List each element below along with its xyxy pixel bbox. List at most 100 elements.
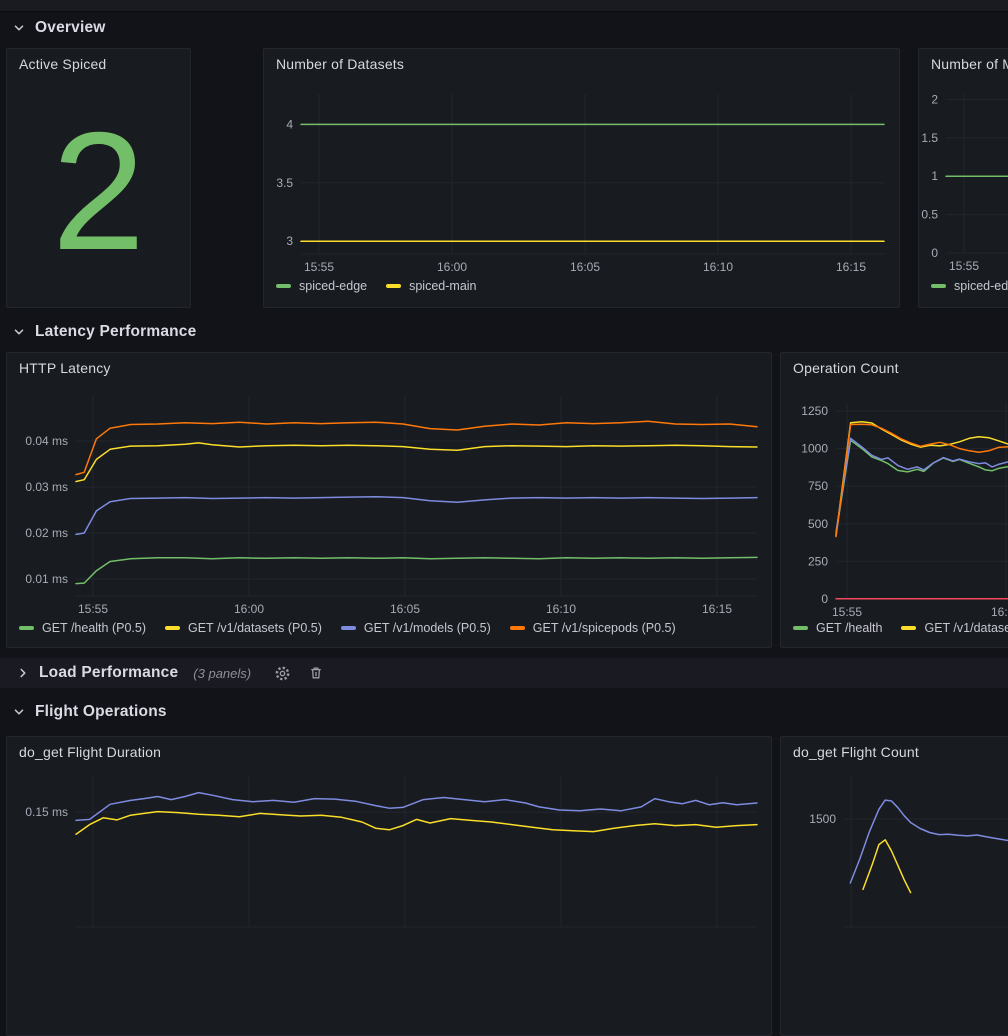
legend-swatch — [165, 626, 180, 630]
svg-text:15:55: 15:55 — [304, 260, 334, 274]
legend-item[interactable]: GET /v1/datasets — [901, 621, 1008, 635]
svg-text:0.04 ms: 0.04 ms — [25, 434, 68, 448]
legend-item[interactable]: GET /health — [793, 621, 882, 635]
svg-text:16:00: 16:00 — [437, 260, 467, 274]
svg-text:0.5: 0.5 — [921, 208, 938, 222]
svg-text:1000: 1000 — [801, 442, 828, 456]
legend-swatch — [510, 626, 525, 630]
chevron-down-icon — [12, 21, 26, 35]
models-legend: spiced-edge — [931, 279, 1008, 293]
panel-title-flight-count[interactable]: do_get Flight Count — [793, 744, 919, 760]
svg-text:16:05: 16:05 — [570, 260, 600, 274]
svg-text:15:55: 15:55 — [949, 259, 979, 273]
legend-label: GET /health — [816, 621, 882, 635]
section-panels-count: (3 panels) — [193, 666, 251, 681]
chevron-right-icon — [16, 666, 30, 680]
svg-text:16:10: 16:10 — [703, 260, 733, 274]
datasets-plot[interactable]: 3 3.5 4 15:55 16:00 16:05 16:10 16:15 — [264, 49, 899, 307]
flight-count-chart[interactable]: 1500 — [781, 737, 1008, 1035]
svg-text:3.5: 3.5 — [276, 176, 293, 190]
svg-text:1250: 1250 — [801, 404, 828, 418]
svg-text:16:15: 16:15 — [702, 602, 732, 616]
legend-swatch — [793, 626, 808, 630]
legend-label: GET /v1/models (P0.5) — [364, 621, 491, 635]
panel-title-models[interactable]: Number of Models — [931, 56, 1008, 72]
chevron-down-icon — [12, 705, 26, 719]
panel-number-of-models: Number of Models 0 0.5 1 1.5 2 15:55 spiced-ed… — [918, 48, 1008, 308]
panel-active-spiced: Active Spiced 2 — [6, 48, 191, 308]
legend-item[interactable]: spiced-edge — [931, 279, 1008, 293]
svg-text:16:15: 16:15 — [836, 260, 866, 274]
section-row-load-performance[interactable]: Load Performance (3 panels) — [0, 658, 1008, 688]
op_count-plot[interactable]: 02505007501000125015:5516:00 — [781, 353, 1008, 647]
section-title-latency: Latency Performance — [35, 323, 196, 341]
svg-text:0.01 ms: 0.01 ms — [25, 572, 68, 586]
panel-operation-count: Operation Count 02505007501000125015:551… — [780, 352, 1008, 648]
svg-text:1.5: 1.5 — [921, 131, 938, 145]
svg-text:250: 250 — [808, 554, 828, 568]
panel-title-flight-duration[interactable]: do_get Flight Duration — [19, 744, 161, 760]
svg-text:15:55: 15:55 — [832, 605, 862, 619]
svg-text:16:00: 16:00 — [234, 602, 264, 616]
svg-text:16:05: 16:05 — [390, 602, 420, 616]
section-row-flight-operations[interactable]: Flight Operations — [12, 700, 167, 724]
http-latency-chart[interactable]: 0.01 ms0.02 ms0.03 ms0.04 ms15:5516:0016… — [7, 353, 771, 647]
legend-label: spiced-edge — [299, 279, 367, 293]
legend-swatch — [901, 626, 916, 630]
models-plot[interactable]: 0 0.5 1 1.5 2 15:55 — [919, 49, 1008, 307]
svg-text:750: 750 — [808, 479, 828, 493]
section-title-flight-operations: Flight Operations — [35, 703, 167, 721]
svg-text:0: 0 — [931, 246, 938, 260]
svg-text:3: 3 — [286, 234, 293, 248]
svg-text:2: 2 — [931, 92, 938, 106]
svg-text:4: 4 — [286, 117, 293, 131]
legend-item[interactable]: GET /v1/models (P0.5) — [341, 621, 491, 635]
legend-swatch — [19, 626, 34, 630]
legend-item[interactable]: spiced-edge — [276, 279, 367, 293]
legend-swatch — [341, 626, 356, 630]
svg-text:1: 1 — [931, 169, 938, 183]
svg-text:0.15 ms: 0.15 ms — [25, 805, 68, 819]
svg-text:500: 500 — [808, 517, 828, 531]
flight-duration-chart[interactable]: 0.15 ms — [7, 737, 771, 1035]
svg-text:1500: 1500 — [809, 812, 836, 826]
row-settings-button[interactable] — [274, 665, 291, 682]
flight_duration-plot[interactable]: 0.15 ms — [7, 737, 771, 1035]
panel-number-of-datasets: Number of Datasets 3 3.5 4 15:55 16:00 16:05 1… — [263, 48, 900, 308]
datasets-chart[interactable]: 3 3.5 4 15:55 16:00 16:05 16:10 16:15 spiced-edg… — [264, 49, 899, 307]
legend-swatch — [386, 284, 401, 288]
legend-label: GET /v1/spicepods (P0.5) — [533, 621, 676, 635]
trash-icon — [308, 665, 324, 681]
panel-title-operation-count[interactable]: Operation Count — [793, 360, 899, 376]
section-title-load-performance: Load Performance — [39, 664, 178, 682]
legend-label: GET /v1/datasets — [924, 621, 1008, 635]
legend-label: GET /health (P0.5) — [42, 621, 146, 635]
panel-http-latency: HTTP Latency 0.01 ms0.02 ms0.03 ms0.04 m… — [6, 352, 772, 648]
section-row-overview[interactable]: Overview — [12, 16, 106, 40]
row-delete-button[interactable] — [308, 665, 324, 681]
top-toolbar-edge — [0, 0, 1008, 12]
models-chart[interactable]: 0 0.5 1 1.5 2 15:55 spiced-edge — [919, 49, 1008, 307]
panel-title-datasets[interactable]: Number of Datasets — [276, 56, 404, 72]
legend-label: GET /v1/datasets (P0.5) — [188, 621, 322, 635]
svg-text:0.03 ms: 0.03 ms — [25, 480, 68, 494]
legend-item[interactable]: GET /health (P0.5) — [19, 621, 146, 635]
op_count-legend: GET /health GET /v1/datasets — [793, 621, 1008, 635]
panel-flight-count: do_get Flight Count 1500 — [780, 736, 1008, 1036]
svg-text:0: 0 — [821, 592, 828, 606]
operation-count-chart[interactable]: 02505007501000125015:5516:00GET /healthG… — [781, 353, 1008, 647]
flight_count-plot[interactable]: 1500 — [781, 737, 1008, 1035]
legend-swatch — [931, 284, 946, 288]
panel-title-http-latency[interactable]: HTTP Latency — [19, 360, 111, 376]
svg-text:16:10: 16:10 — [546, 602, 576, 616]
legend-item[interactable]: GET /v1/spicepods (P0.5) — [510, 621, 676, 635]
legend-item[interactable]: spiced-main — [386, 279, 476, 293]
panel-title-active-spiced[interactable]: Active Spiced — [19, 56, 106, 72]
http_latency-plot[interactable]: 0.01 ms0.02 ms0.03 ms0.04 ms15:5516:0016… — [7, 353, 771, 647]
legend-item[interactable]: GET /v1/datasets (P0.5) — [165, 621, 322, 635]
stat-wrap: 2 — [7, 75, 190, 307]
section-row-latency[interactable]: Latency Performance — [12, 320, 196, 344]
legend-swatch — [276, 284, 291, 288]
panel-flight-duration: do_get Flight Duration 0.15 ms — [6, 736, 772, 1036]
section-title-overview: Overview — [35, 19, 106, 37]
